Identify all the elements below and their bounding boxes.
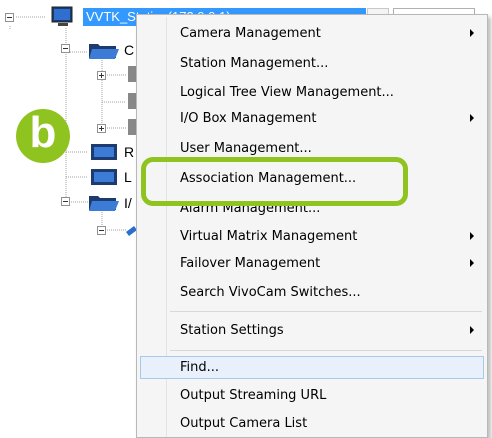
menu-item-label: Camera Management [180,26,321,41]
menu-item-label: Logical Tree View Management... [180,85,394,100]
folder-open-icon [88,40,120,64]
menu-item-label: Find... [180,360,220,375]
menu-item-association-management[interactable]: Association Management... [140,167,484,190]
camera-group-collapse-toggle[interactable] [61,44,70,53]
station-monitor-icon [50,6,76,32]
menu-separator [170,311,482,312]
menu-item-search-vivocam-switches[interactable]: Search VivoCam Switches... [140,281,484,304]
tree-node-label[interactable]: L [124,169,132,185]
menu-item-label: Output Streaming URL [180,388,327,403]
menu-separator [170,350,482,351]
menu-item-station-management[interactable]: Station Management... [140,52,484,75]
root-collapse-toggle[interactable] [5,13,14,22]
submenu-arrow-icon [470,259,474,267]
menu-item-io-box-management[interactable]: I/O Box Management [140,107,484,130]
menu-item-station-settings[interactable]: Station Settings [140,319,484,342]
menu-item-camera-management[interactable]: Camera Management [140,22,484,45]
submenu-arrow-icon [470,114,474,122]
submenu-arrow-icon [470,326,474,334]
menu-item-logical-tree-view-management[interactable]: Logical Tree View Management... [140,81,484,104]
menu-item-label: Association Management... [180,171,357,186]
menu-item-find[interactable]: Find... [140,356,484,379]
menu-item-label: Failover Management [180,256,321,271]
menu-item-failover-management[interactable]: Failover Management [140,252,484,275]
menu-item-label: Station Settings [180,323,284,338]
menu-item-user-management[interactable]: User Management... [140,137,484,160]
step-badge: b [16,109,70,163]
menu-item-label: Search VivoCam Switches... [180,285,361,300]
folder-open-icon [88,192,120,216]
context-menu: Camera Management Station Management... … [136,14,488,438]
menu-item-virtual-matrix-management[interactable]: Virtual Matrix Management [140,225,484,248]
menu-item-label: Alarm Management... [180,201,321,216]
monitor-folder-icon [90,142,120,166]
tree-node-label[interactable]: C [124,42,134,58]
submenu-arrow-icon [470,29,474,37]
tree-node-label[interactable]: R [124,144,134,160]
submenu-arrow-icon [470,232,474,240]
tree-node-label[interactable]: I/ [124,195,132,211]
menu-item-alarm-management[interactable]: Alarm Management... [140,197,484,220]
expand-toggle[interactable] [97,71,106,80]
menu-item-label: I/O Box Management [180,111,317,126]
expand-toggle[interactable] [97,124,106,133]
collapse-toggle[interactable] [97,226,106,235]
menu-item-label: Station Management... [180,56,329,71]
io-group-collapse-toggle[interactable] [61,197,70,206]
menu-item-label: User Management... [180,141,312,156]
menu-item-label: Virtual Matrix Management [180,229,358,244]
menu-item-output-streaming-url[interactable]: Output Streaming URL [140,384,484,407]
monitor-folder-icon [90,167,120,191]
